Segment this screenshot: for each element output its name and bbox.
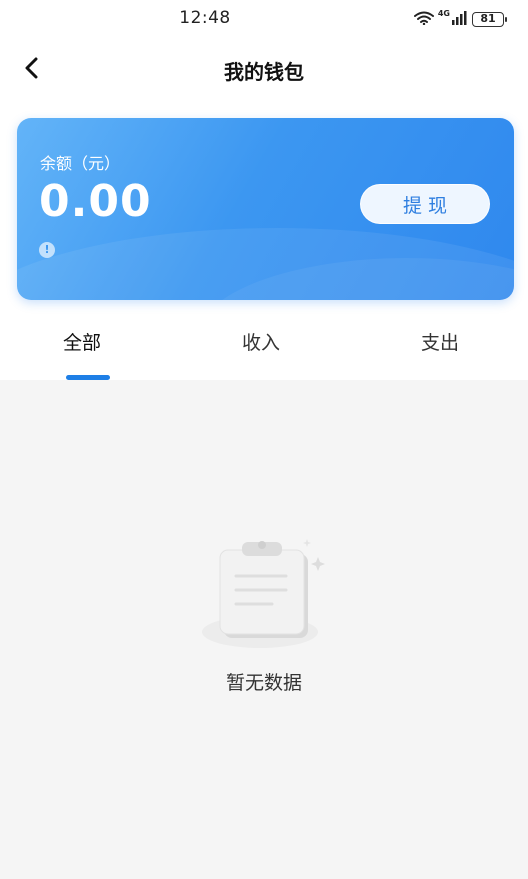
withdraw-button[interactable]: 提现	[360, 184, 490, 224]
balance-card: 余额（元） 0.00 ! 提现	[17, 118, 514, 300]
signal-icon	[452, 10, 468, 29]
page-title: 我的钱包	[224, 60, 304, 84]
status-icons: 4G 81	[413, 9, 507, 29]
status-bar: 12:48 4G 81	[0, 0, 528, 38]
empty-clipboard-icon	[188, 528, 348, 658]
status-time: 12:48	[179, 8, 231, 28]
header: 我的钱包	[0, 44, 528, 94]
network-label: 4G	[437, 9, 450, 18]
battery-icon: 81	[472, 11, 507, 27]
wallet-screen: 12:48 4G 81 我的钱包 余额（元） 0.00 ! 提现 全部 收入 支…	[0, 0, 528, 879]
transaction-list: 暂无数据	[0, 380, 528, 879]
wifi-icon	[413, 10, 434, 29]
tab-income[interactable]: 收入	[242, 328, 280, 355]
info-icon[interactable]: !	[39, 242, 55, 258]
balance-label: 余额（元）	[40, 154, 121, 173]
empty-state-text: 暂无数据	[225, 672, 302, 694]
transaction-tabs: 全部 收入 支出	[0, 318, 528, 380]
balance-amount: 0.00	[39, 176, 152, 227]
tab-all[interactable]: 全部	[63, 328, 101, 355]
tab-expense[interactable]: 支出	[421, 328, 459, 355]
